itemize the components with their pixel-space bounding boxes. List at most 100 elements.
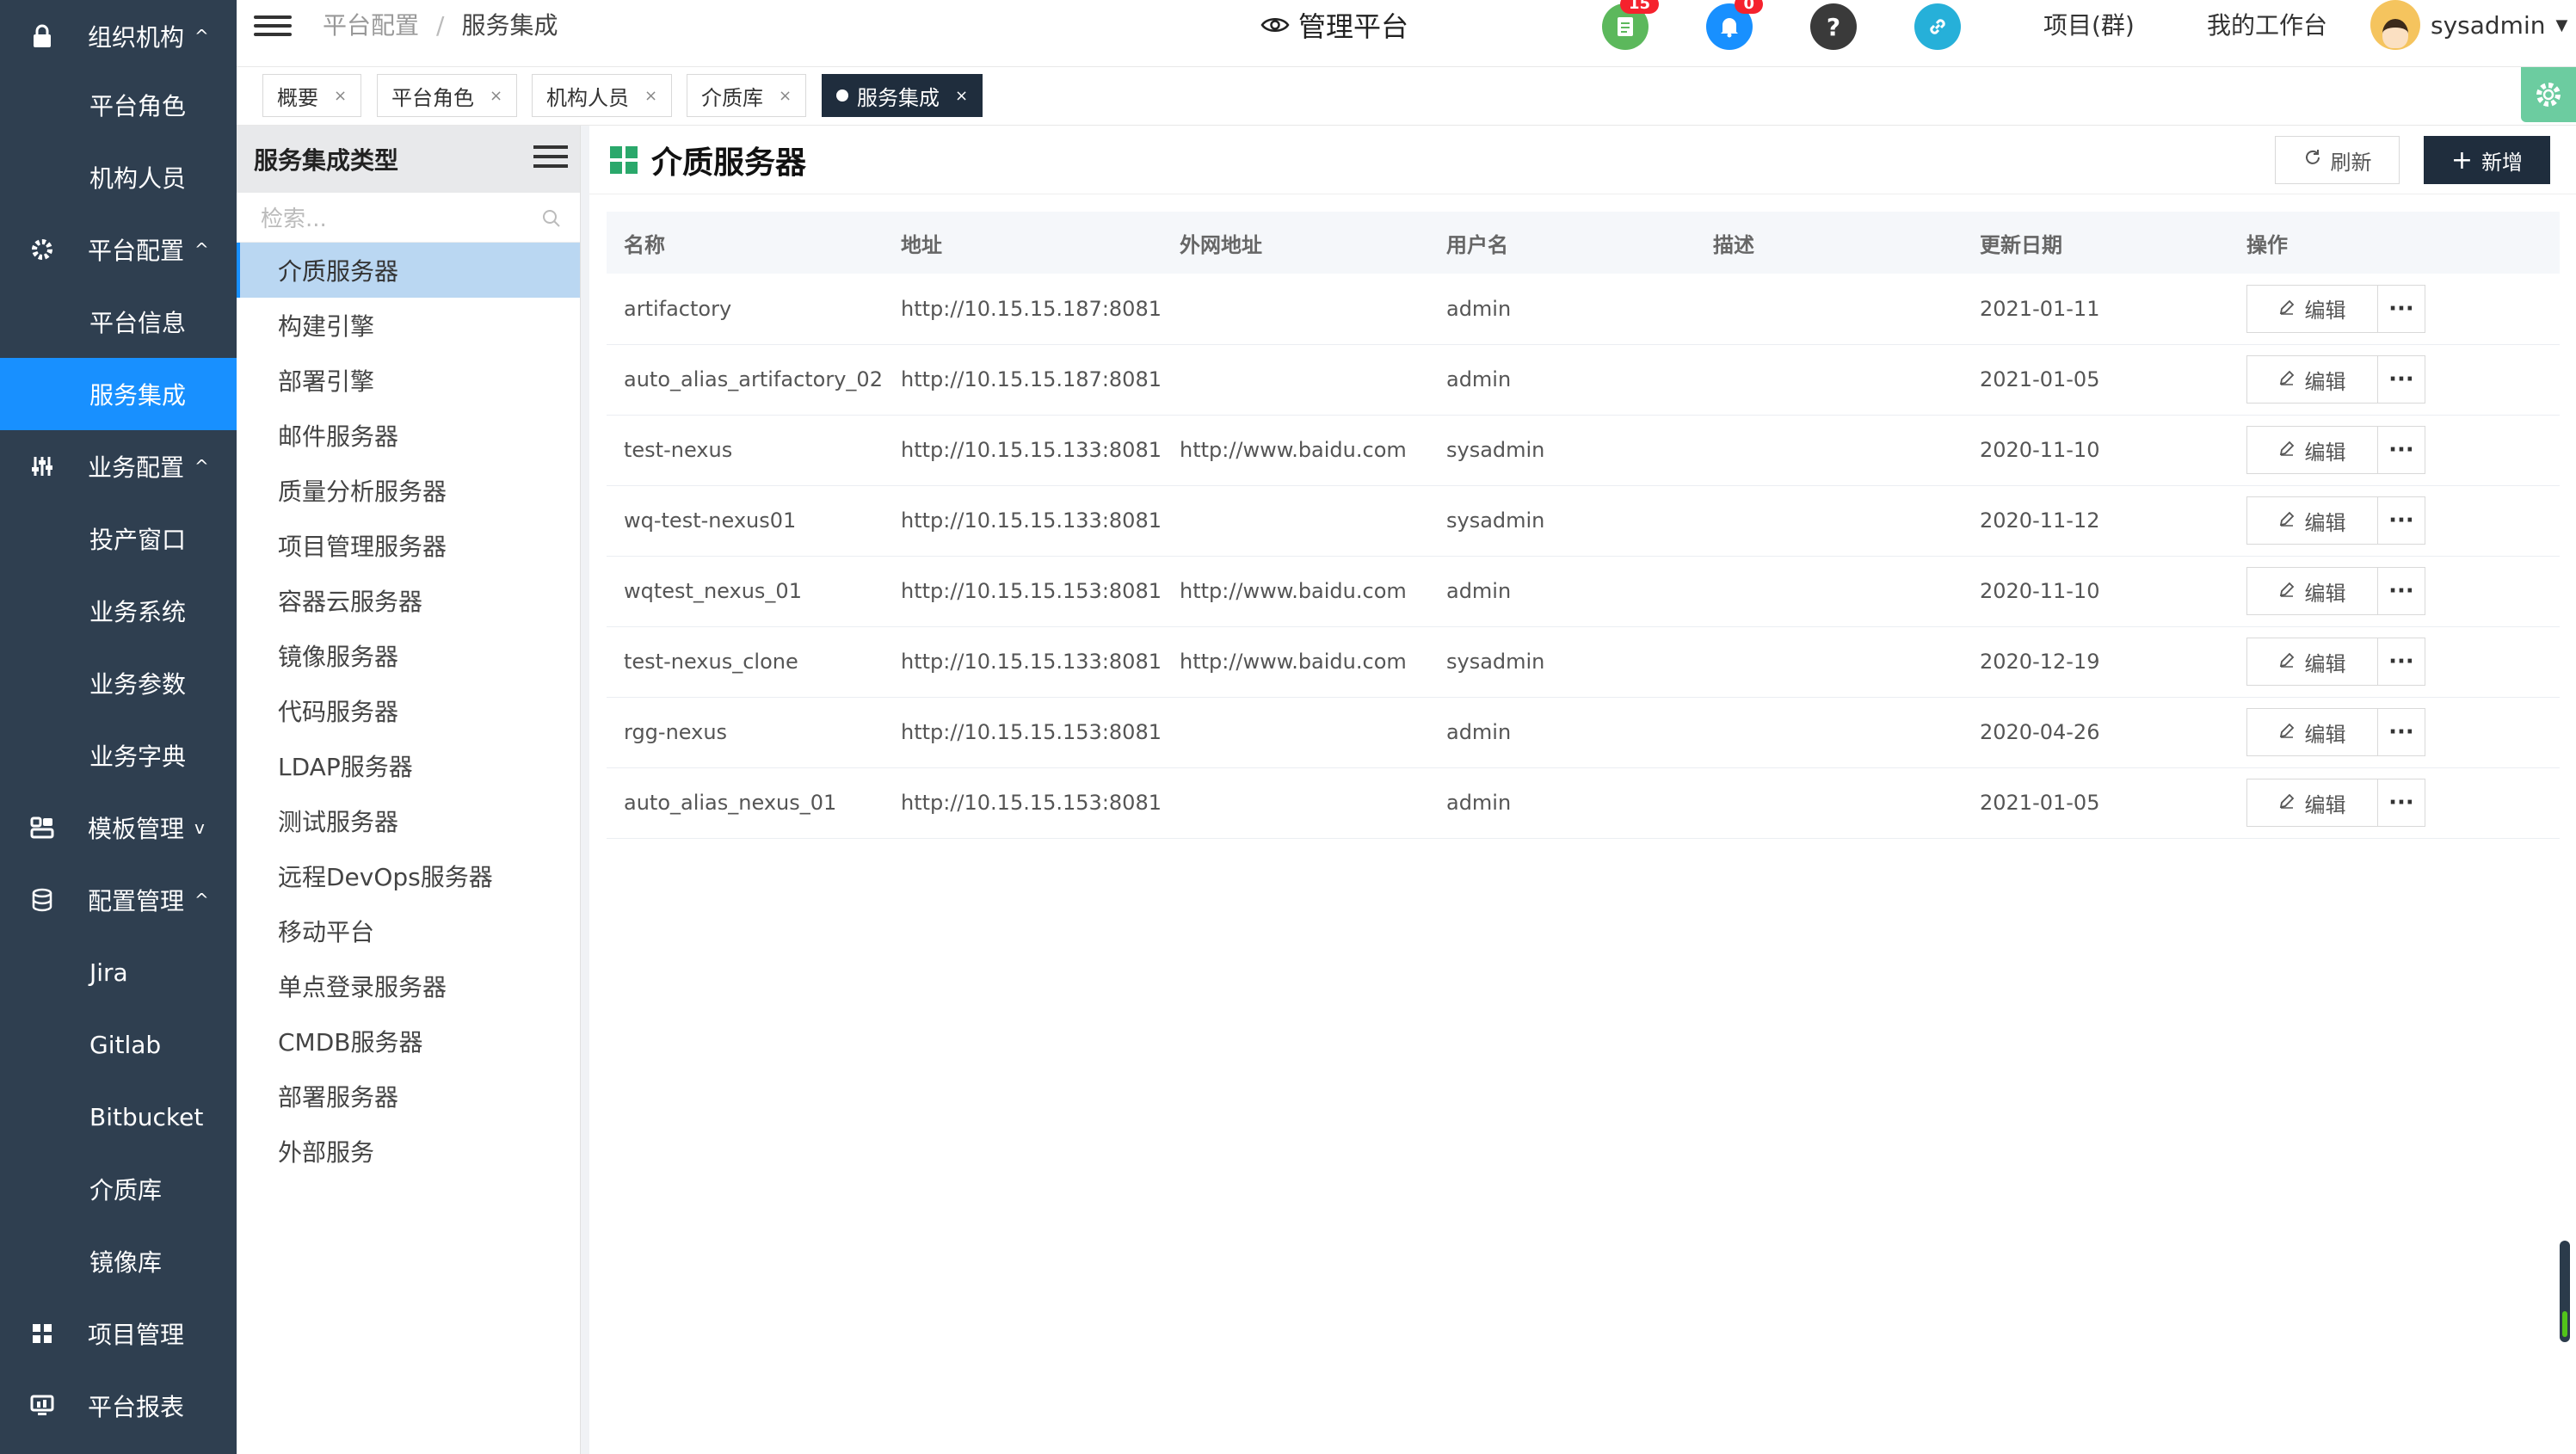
cell-user: admin xyxy=(1428,556,1696,627)
search-input[interactable]: 检索... xyxy=(237,193,580,243)
more-button[interactable]: ··· xyxy=(2378,497,2425,544)
table-row[interactable]: test-nexus http://10.15.15.133:8081 http:/… xyxy=(607,415,2560,486)
sidebar-item-config-mgmt[interactable]: 配置管理 ^ xyxy=(0,864,237,936)
tab-platform-role[interactable]: 平台角色 × xyxy=(377,74,518,117)
sidebar-item-org-staff[interactable]: 机构人员 xyxy=(0,141,237,213)
sidebar-item-platform-info[interactable]: 平台信息 xyxy=(0,286,237,358)
sidebar-item-artifact-repo[interactable]: 介质库 xyxy=(0,1153,237,1225)
sidebar-item-platform-role[interactable]: 平台角色 xyxy=(0,69,237,141)
edit-button[interactable]: 编辑 xyxy=(2247,285,2378,332)
more-button[interactable]: ··· xyxy=(2378,356,2425,403)
table-row[interactable]: artifactory http://10.15.15.187:8081 admin… xyxy=(607,274,2560,345)
type-item[interactable]: 项目管理服务器 xyxy=(237,518,580,573)
menu-toggle-icon[interactable] xyxy=(254,10,292,45)
list-menu-icon[interactable] xyxy=(533,139,568,174)
table-row[interactable]: auto_alias_nexus_01 http://10.15.15.153:8… xyxy=(607,767,2560,839)
type-item[interactable]: 介质服务器 xyxy=(237,243,580,298)
link-icon[interactable] xyxy=(1914,3,1961,50)
sidebar-item-release-window[interactable]: 投产窗口 xyxy=(0,502,237,575)
edit-button[interactable]: 编辑 xyxy=(2247,779,2378,826)
type-item[interactable]: 外部服务 xyxy=(237,1124,580,1179)
cell-actions: 编辑 ··· xyxy=(2228,556,2560,627)
settings-gear-icon[interactable] xyxy=(2521,67,2576,122)
grid-icon xyxy=(28,1319,57,1348)
type-item[interactable]: 远程DevOps服务器 xyxy=(237,848,580,903)
refresh-button[interactable]: 刷新 xyxy=(2275,136,2400,184)
close-icon[interactable]: × xyxy=(490,87,502,105)
cell-date: 2020-11-10 xyxy=(1962,415,2229,486)
more-button[interactable]: ··· xyxy=(2378,779,2425,826)
type-item[interactable]: 质量分析服务器 xyxy=(237,463,580,518)
sidebar-item-business-params[interactable]: 业务参数 xyxy=(0,647,237,719)
tab-org-staff[interactable]: 机构人员 × xyxy=(532,74,673,117)
type-item[interactable]: 移动平台 xyxy=(237,903,580,958)
user-menu[interactable]: sysadmin ▼ xyxy=(2370,0,2567,50)
projects-link[interactable]: 项目(群) xyxy=(2043,7,2135,41)
type-item[interactable]: 部署服务器 xyxy=(237,1069,580,1124)
sidebar-item-org[interactable]: 组织机构 ^ xyxy=(0,0,237,72)
more-button[interactable]: ··· xyxy=(2378,286,2425,332)
tab-label: 机构人员 xyxy=(546,85,629,110)
sidebar-item-bitbucket[interactable]: Bitbucket xyxy=(0,1081,237,1153)
edit-button[interactable]: 编辑 xyxy=(2247,568,2378,614)
tab-service-integration[interactable]: 服务集成 × xyxy=(822,74,983,117)
col-header[interactable]: 名称 xyxy=(607,212,884,274)
sidebar-item-project-mgmt[interactable]: 项目管理 xyxy=(0,1297,237,1370)
tab-artifact-repo[interactable]: 介质库 × xyxy=(687,74,807,117)
tab-overview[interactable]: 概要 × xyxy=(262,74,362,117)
col-header[interactable]: 描述 xyxy=(1695,212,1963,274)
edit-button[interactable]: 编辑 xyxy=(2247,709,2378,755)
doc-icon[interactable]: 15 xyxy=(1602,0,1659,50)
col-header[interactable]: 外网地址 xyxy=(1162,212,1429,274)
type-item[interactable]: 单点登录服务器 xyxy=(237,958,580,1013)
type-item[interactable]: 容器云服务器 xyxy=(237,573,580,628)
table-row[interactable]: wqtest_nexus_01 http://10.15.15.153:8081 h… xyxy=(607,556,2560,627)
search-icon[interactable] xyxy=(542,208,561,234)
more-button[interactable]: ··· xyxy=(2378,568,2425,614)
edit-button[interactable]: 编辑 xyxy=(2247,356,2378,403)
type-item[interactable]: 镜像服务器 xyxy=(237,628,580,683)
sidebar-item-platform-config[interactable]: 平台配置 ^ xyxy=(0,213,237,286)
table-row[interactable]: test-nexus_clone http://10.15.15.133:8081… xyxy=(607,626,2560,698)
close-icon[interactable]: × xyxy=(334,87,347,105)
sidebar-item-business-config[interactable]: 业务配置 ^ xyxy=(0,430,237,502)
edit-button[interactable]: 编辑 xyxy=(2247,497,2378,544)
type-item[interactable]: 测试服务器 xyxy=(237,793,580,848)
close-icon[interactable]: × xyxy=(644,87,657,105)
sidebar-item-business-dict[interactable]: 业务字典 xyxy=(0,719,237,792)
edit-button[interactable]: 编辑 xyxy=(2247,638,2378,685)
sidebar-item-image-repo[interactable]: 镜像库 xyxy=(0,1225,237,1297)
scroll-indicator[interactable] xyxy=(2560,1241,2570,1342)
chevron-up-icon: ^ xyxy=(194,890,209,910)
sidebar-item-jira[interactable]: Jira xyxy=(0,936,237,1008)
type-item[interactable]: 构建引擎 xyxy=(237,298,580,353)
sidebar-item-service-integration[interactable]: 服务集成 xyxy=(0,358,237,430)
sidebar-item-platform-report[interactable]: 平台报表 xyxy=(0,1370,237,1442)
workbench-link[interactable]: 我的工作台 xyxy=(2207,7,2327,41)
more-button[interactable]: ··· xyxy=(2378,638,2425,685)
sidebar-item-template-mgmt[interactable]: 模板管理 v xyxy=(0,792,237,864)
type-item[interactable]: 邮件服务器 xyxy=(237,408,580,463)
help-icon[interactable]: ? xyxy=(1810,3,1857,50)
table-row[interactable]: wq-test-nexus01 http://10.15.15.133:8081 s… xyxy=(607,485,2560,557)
type-item[interactable]: 部署引擎 xyxy=(237,353,580,408)
add-button[interactable]: + 新增 xyxy=(2424,136,2550,184)
sidebar-item-gitlab[interactable]: Gitlab xyxy=(0,1008,237,1081)
more-button[interactable]: ··· xyxy=(2378,709,2425,755)
edit-button[interactable]: 编辑 xyxy=(2247,427,2378,473)
close-icon[interactable]: × xyxy=(955,87,968,105)
type-item[interactable]: CMDB服务器 xyxy=(237,1013,580,1069)
type-item[interactable]: LDAP服务器 xyxy=(237,738,580,793)
breadcrumb-item[interactable]: 平台配置 xyxy=(323,11,419,40)
apps-icon xyxy=(610,146,638,174)
col-header[interactable]: 更新日期 xyxy=(1962,212,2229,274)
table-row[interactable]: auto_alias_artifactory_02 http://10.15.15… xyxy=(607,344,2560,416)
more-button[interactable]: ··· xyxy=(2378,427,2425,473)
table-row[interactable]: rgg-nexus http://10.15.15.153:8081 admin 20… xyxy=(607,697,2560,768)
sidebar-item-business-system[interactable]: 业务系统 xyxy=(0,575,237,647)
close-icon[interactable]: × xyxy=(779,87,792,105)
type-item[interactable]: 代码服务器 xyxy=(237,683,580,738)
bell-icon[interactable]: 0 xyxy=(1706,0,1763,50)
col-header[interactable]: 用户名 xyxy=(1428,212,1696,274)
col-header[interactable]: 地址 xyxy=(883,212,1162,274)
